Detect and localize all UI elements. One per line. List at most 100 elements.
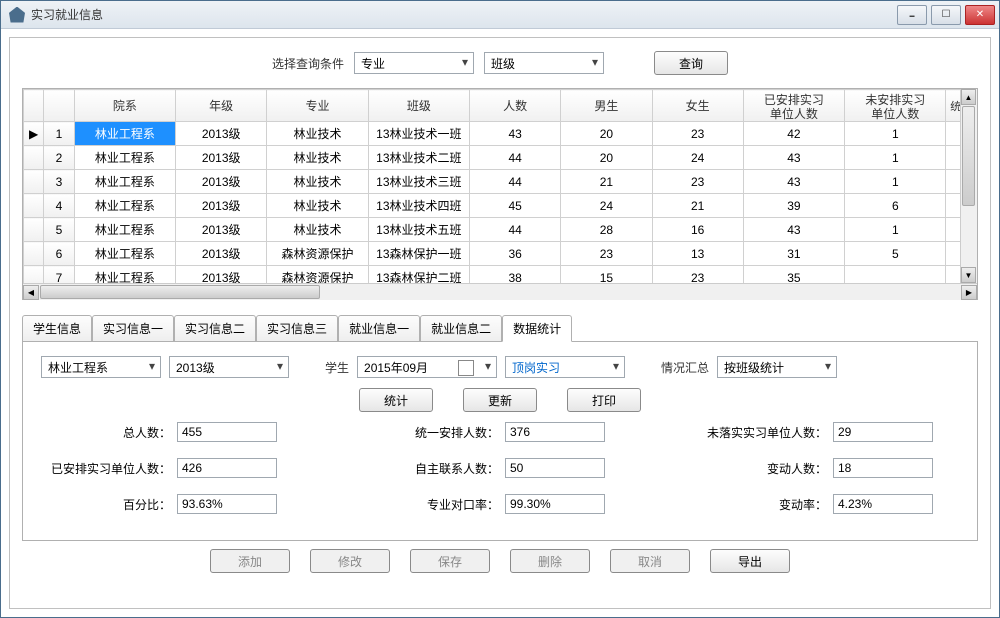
table-cell[interactable]: 23 xyxy=(561,242,652,266)
table-cell[interactable]: 28 xyxy=(561,218,652,242)
table-cell[interactable]: 林业技术 xyxy=(267,122,368,146)
table-cell[interactable]: 44 xyxy=(470,218,561,242)
table-row[interactable]: 2林业工程系2013级林业技术13林业技术二班442024431 xyxy=(24,146,977,170)
table-cell[interactable]: 林业技术 xyxy=(267,170,368,194)
table-cell[interactable]: 36 xyxy=(470,242,561,266)
vertical-scrollbar[interactable]: ▲ ▼ xyxy=(960,89,977,283)
table-cell[interactable]: 1 xyxy=(845,218,946,242)
table-cell[interactable]: 24 xyxy=(561,194,652,218)
tab-1[interactable]: 实习信息一 xyxy=(92,315,174,342)
col-arranged[interactable]: 已安排实习单位人数 xyxy=(743,90,844,122)
pct-value[interactable]: 93.63% xyxy=(177,494,277,514)
table-cell[interactable]: 林业技术 xyxy=(267,218,368,242)
table-cell[interactable]: 林业工程系 xyxy=(74,146,175,170)
table-row[interactable]: 6林业工程系2013级森林资源保护13森林保护一班362313315 xyxy=(24,242,977,266)
table-cell[interactable]: 13林业技术一班 xyxy=(368,122,469,146)
col-class[interactable]: 班级 xyxy=(368,90,469,122)
col-count[interactable]: 人数 xyxy=(470,90,561,122)
table-cell[interactable]: 13 xyxy=(652,242,743,266)
table-cell[interactable]: 45 xyxy=(470,194,561,218)
export-button[interactable]: 导出 xyxy=(710,549,790,573)
table-cell[interactable]: 2013级 xyxy=(176,122,267,146)
scroll-right-icon[interactable]: ▶ xyxy=(961,285,977,300)
table-cell[interactable]: 2013级 xyxy=(176,218,267,242)
col-female[interactable]: 女生 xyxy=(652,90,743,122)
change-rate-value[interactable]: 4.23% xyxy=(833,494,933,514)
col-male[interactable]: 男生 xyxy=(561,90,652,122)
table-cell[interactable]: 1 xyxy=(845,146,946,170)
hscroll-thumb[interactable] xyxy=(40,285,320,299)
table-cell[interactable]: 2013级 xyxy=(176,146,267,170)
col-grade[interactable]: 年级 xyxy=(176,90,267,122)
stat-dept-combo[interactable]: 林业工程系 xyxy=(41,356,161,378)
table-cell[interactable]: 林业工程系 xyxy=(74,218,175,242)
table-cell[interactable]: 5 xyxy=(845,242,946,266)
table-cell[interactable]: 13林业技术二班 xyxy=(368,146,469,170)
table-cell[interactable]: 43 xyxy=(470,122,561,146)
table-cell[interactable] xyxy=(845,266,946,284)
stat-date-picker[interactable]: 2015年09月 xyxy=(357,356,497,378)
self-value[interactable]: 50 xyxy=(505,458,605,478)
table-cell[interactable]: 16 xyxy=(652,218,743,242)
table-cell[interactable]: 43 xyxy=(743,146,844,170)
add-button[interactable]: 添加 xyxy=(210,549,290,573)
stat-type-combo[interactable]: 顶岗实习 xyxy=(505,356,625,378)
arranged-value[interactable]: 426 xyxy=(177,458,277,478)
table-cell[interactable]: 2013级 xyxy=(176,194,267,218)
table-cell[interactable]: 2013级 xyxy=(176,266,267,284)
table-cell[interactable]: 森林资源保护 xyxy=(267,266,368,284)
unified-value[interactable]: 376 xyxy=(505,422,605,442)
scroll-down-icon[interactable]: ▼ xyxy=(961,267,976,283)
tab-0[interactable]: 学生信息 xyxy=(22,315,92,342)
table-cell[interactable]: 39 xyxy=(743,194,844,218)
edit-button[interactable]: 修改 xyxy=(310,549,390,573)
stat-grade-combo[interactable]: 2013级 xyxy=(169,356,289,378)
table-cell[interactable]: 1 xyxy=(845,122,946,146)
table-cell[interactable]: 42 xyxy=(743,122,844,146)
query-major-combo[interactable]: 专业 xyxy=(354,52,474,74)
print-button[interactable]: 打印 xyxy=(567,388,641,412)
query-class-combo[interactable]: 班级 xyxy=(484,52,604,74)
save-button[interactable]: 保存 xyxy=(410,549,490,573)
table-cell[interactable]: 43 xyxy=(743,170,844,194)
table-cell[interactable]: 35 xyxy=(743,266,844,284)
refresh-button[interactable]: 更新 xyxy=(463,388,537,412)
table-cell[interactable]: 20 xyxy=(561,122,652,146)
tab-6[interactable]: 数据统计 xyxy=(502,315,572,342)
scroll-up-icon[interactable]: ▲ xyxy=(961,89,976,105)
tab-5[interactable]: 就业信息二 xyxy=(420,315,502,342)
table-cell[interactable]: 林业工程系 xyxy=(74,122,175,146)
delete-button[interactable]: 删除 xyxy=(510,549,590,573)
table-cell[interactable]: 43 xyxy=(743,218,844,242)
table-cell[interactable]: 13森林保护二班 xyxy=(368,266,469,284)
table-cell[interactable]: 31 xyxy=(743,242,844,266)
table-cell[interactable]: 13林业技术三班 xyxy=(368,170,469,194)
table-row[interactable]: 7林业工程系2013级森林资源保护13森林保护二班38152335 xyxy=(24,266,977,284)
table-cell[interactable]: 21 xyxy=(652,194,743,218)
table-row[interactable]: ▶1林业工程系2013级林业技术13林业技术一班432023421 xyxy=(24,122,977,146)
unassigned-value[interactable]: 29 xyxy=(833,422,933,442)
search-button[interactable]: 查询 xyxy=(654,51,728,75)
table-cell[interactable]: 6 xyxy=(845,194,946,218)
close-button[interactable] xyxy=(965,5,995,25)
table-cell[interactable]: 23 xyxy=(652,266,743,284)
tab-4[interactable]: 就业信息一 xyxy=(338,315,420,342)
table-cell[interactable]: 林业技术 xyxy=(267,194,368,218)
table-cell[interactable]: 13林业技术五班 xyxy=(368,218,469,242)
cancel-button[interactable]: 取消 xyxy=(610,549,690,573)
maximize-button[interactable] xyxy=(931,5,961,25)
table-row[interactable]: 3林业工程系2013级林业技术13林业技术三班442123431 xyxy=(24,170,977,194)
table-cell[interactable]: 2013级 xyxy=(176,242,267,266)
col-dept[interactable]: 院系 xyxy=(74,90,175,122)
table-row[interactable]: 5林业工程系2013级林业技术13林业技术五班442816431 xyxy=(24,218,977,242)
table-cell[interactable]: 林业工程系 xyxy=(74,194,175,218)
table-cell[interactable]: 21 xyxy=(561,170,652,194)
table-cell[interactable]: 林业技术 xyxy=(267,146,368,170)
tab-3[interactable]: 实习信息三 xyxy=(256,315,338,342)
table-cell[interactable]: 森林资源保护 xyxy=(267,242,368,266)
calc-button[interactable]: 统计 xyxy=(359,388,433,412)
col-unarranged[interactable]: 未安排实习单位人数 xyxy=(845,90,946,122)
table-cell[interactable]: 林业工程系 xyxy=(74,242,175,266)
table-cell[interactable]: 20 xyxy=(561,146,652,170)
table-row[interactable]: 4林业工程系2013级林业技术13林业技术四班452421396 xyxy=(24,194,977,218)
